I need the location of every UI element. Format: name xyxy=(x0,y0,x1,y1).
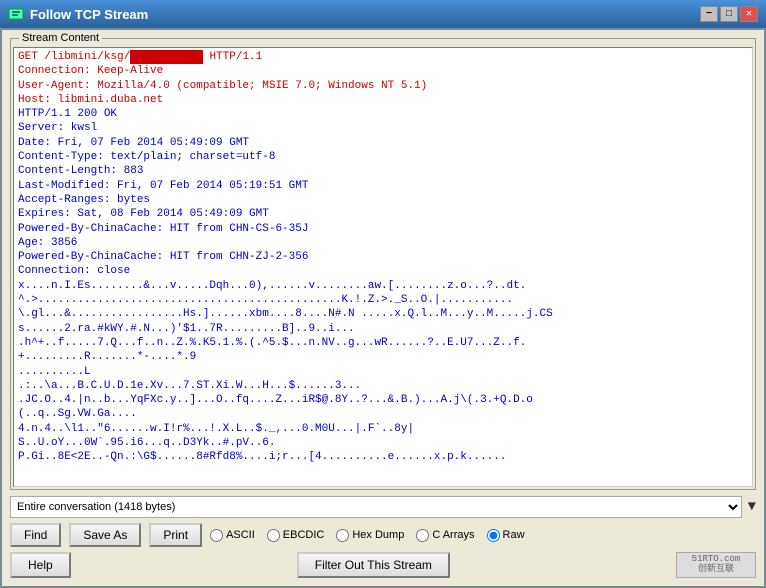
stream-line: +.........R.......*-....*.9 xyxy=(18,350,748,364)
stream-line: s......2.ra.#kWY.#.N...)'$1..7R.........… xyxy=(18,322,748,336)
radio-c-arrays-label: C Arrays xyxy=(432,529,474,541)
help-button[interactable]: Help xyxy=(10,552,71,578)
stream-line: Host: libmini.duba.net xyxy=(18,93,748,107)
save-as-button[interactable]: Save As xyxy=(69,523,141,547)
maximize-button[interactable]: □ xyxy=(720,6,738,22)
stream-line: Last-Modified: Fri, 07 Feb 2014 05:19:51… xyxy=(18,179,748,193)
stream-line: Date: Fri, 07 Feb 2014 05:49:09 GMT xyxy=(18,136,748,150)
main-window: Stream Content GET /libmini/ksg/████████… xyxy=(0,28,766,588)
footer-bar: Help Filter Out This Stream 51RTO.com 创新… xyxy=(10,552,756,578)
stream-line: P.Gi..8E<2E..-Qn.:\G$......8#Rfd8%....i;… xyxy=(18,450,748,464)
stream-line: ..........L xyxy=(18,365,748,379)
stream-group-border: Stream Content GET /libmini/ksg/████████… xyxy=(10,38,756,490)
stream-line: S..U.oY...0W`.95.i6...q..D3Yk..#.pV..6. xyxy=(18,436,748,450)
stream-line: Connection: close xyxy=(18,264,748,278)
radio-ebcdic[interactable]: EBCDIC xyxy=(267,529,325,542)
find-button[interactable]: Find xyxy=(10,523,61,547)
window-title: Follow TCP Stream xyxy=(30,7,148,22)
bottom-action-bar: Find Save As Print ASCII EBCDIC Hex Dump… xyxy=(10,523,756,547)
stream-line: (..q..Sg.VW.Ga.... xyxy=(18,407,748,421)
stream-line: x....n.I.Es........&...v.....Dqh...0),..… xyxy=(18,279,748,293)
stream-content-area[interactable]: GET /libmini/ksg/███████████ HTTP/1.1Con… xyxy=(13,47,753,487)
stream-line: HTTP/1.1 200 OK xyxy=(18,107,748,121)
radio-raw-input[interactable] xyxy=(487,529,500,542)
conversation-select[interactable]: Entire conversation (1418 bytes) xyxy=(10,496,742,518)
stream-line: Expires: Sat, 08 Feb 2014 05:49:09 GMT xyxy=(18,207,748,221)
conversation-row: Entire conversation (1418 bytes) ▼ xyxy=(10,496,756,518)
stream-line: Age: 3856 xyxy=(18,236,748,250)
stream-line: Accept-Ranges: bytes xyxy=(18,193,748,207)
radio-c-arrays-input[interactable] xyxy=(416,529,429,542)
stream-line: .h^+..f.....7.Q...f..n..Z.%.K5.1.%.(.^5.… xyxy=(18,336,748,350)
radio-c-arrays[interactable]: C Arrays xyxy=(416,529,474,542)
stream-line: Powered-By-ChinaCache: HIT from CHN-ZJ-2… xyxy=(18,250,748,264)
radio-ascii-label: ASCII xyxy=(226,529,255,541)
watermark-text: 51RTO.com 创新互联 xyxy=(692,555,741,575)
radio-ebcdic-input[interactable] xyxy=(267,529,280,542)
radio-raw[interactable]: Raw xyxy=(487,529,525,542)
radio-hex-dump-label: Hex Dump xyxy=(352,529,404,541)
stream-line: \.gl...&.................Hs.]......xbm..… xyxy=(18,307,748,321)
radio-hex-dump-input[interactable] xyxy=(336,529,349,542)
close-button[interactable]: ✕ xyxy=(740,6,758,22)
title-buttons: − □ ✕ xyxy=(700,6,758,22)
watermark-line2: 创新互联 xyxy=(692,565,741,575)
title-bar: Follow TCP Stream − □ ✕ xyxy=(0,0,766,28)
stream-line: Connection: Keep-Alive xyxy=(18,64,748,78)
dropdown-arrow: ▼ xyxy=(748,499,756,515)
radio-ascii-input[interactable] xyxy=(210,529,223,542)
stream-group-wrapper: Stream Content GET /libmini/ksg/████████… xyxy=(10,38,756,490)
stream-line: Content-Length: 883 xyxy=(18,164,748,178)
window-icon xyxy=(8,6,24,22)
stream-group-title: Stream Content xyxy=(19,32,102,44)
radio-ascii[interactable]: ASCII xyxy=(210,529,255,542)
stream-line: GET /libmini/ksg/███████████ HTTP/1.1 xyxy=(18,50,748,64)
stream-line: .JC.O..4.|n..b...YqFXc.y..]...O..fq....Z… xyxy=(18,393,748,407)
filter-button[interactable]: Filter Out This Stream xyxy=(297,552,450,578)
encoding-radio-group: ASCII EBCDIC Hex Dump C Arrays Raw xyxy=(210,529,756,542)
print-button[interactable]: Print xyxy=(149,523,202,547)
stream-line: Powered-By-ChinaCache: HIT from CHN-CS-6… xyxy=(18,222,748,236)
title-bar-left: Follow TCP Stream xyxy=(8,6,148,22)
watermark: 51RTO.com 创新互联 xyxy=(676,552,756,578)
stream-line: .:..\a...B.C.U.D.1e.Xv...7.ST.Xi.W...H..… xyxy=(18,379,748,393)
stream-line: ^.>.....................................… xyxy=(18,293,748,307)
radio-ebcdic-label: EBCDIC xyxy=(283,529,325,541)
stream-line: Content-Type: text/plain; charset=utf-8 xyxy=(18,150,748,164)
radio-hex-dump[interactable]: Hex Dump xyxy=(336,529,404,542)
stream-line: User-Agent: Mozilla/4.0 (compatible; MSI… xyxy=(18,79,748,93)
radio-raw-label: Raw xyxy=(503,529,525,541)
stream-line: 4.n.4..\l1.."6......w.I!r%...!.X.L..$._,… xyxy=(18,422,748,436)
stream-line: Server: kwsl xyxy=(18,121,748,135)
minimize-button[interactable]: − xyxy=(700,6,718,22)
